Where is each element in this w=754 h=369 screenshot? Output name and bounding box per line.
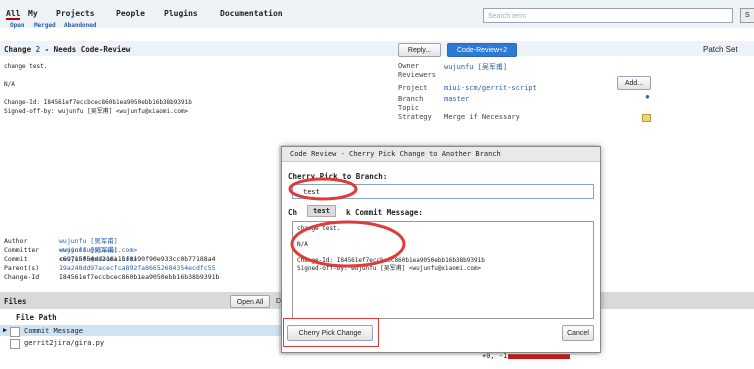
annotation-ellipse-message <box>290 220 406 268</box>
annotation-ellipses <box>288 177 406 268</box>
annotation-ellipse-branch <box>288 177 358 201</box>
